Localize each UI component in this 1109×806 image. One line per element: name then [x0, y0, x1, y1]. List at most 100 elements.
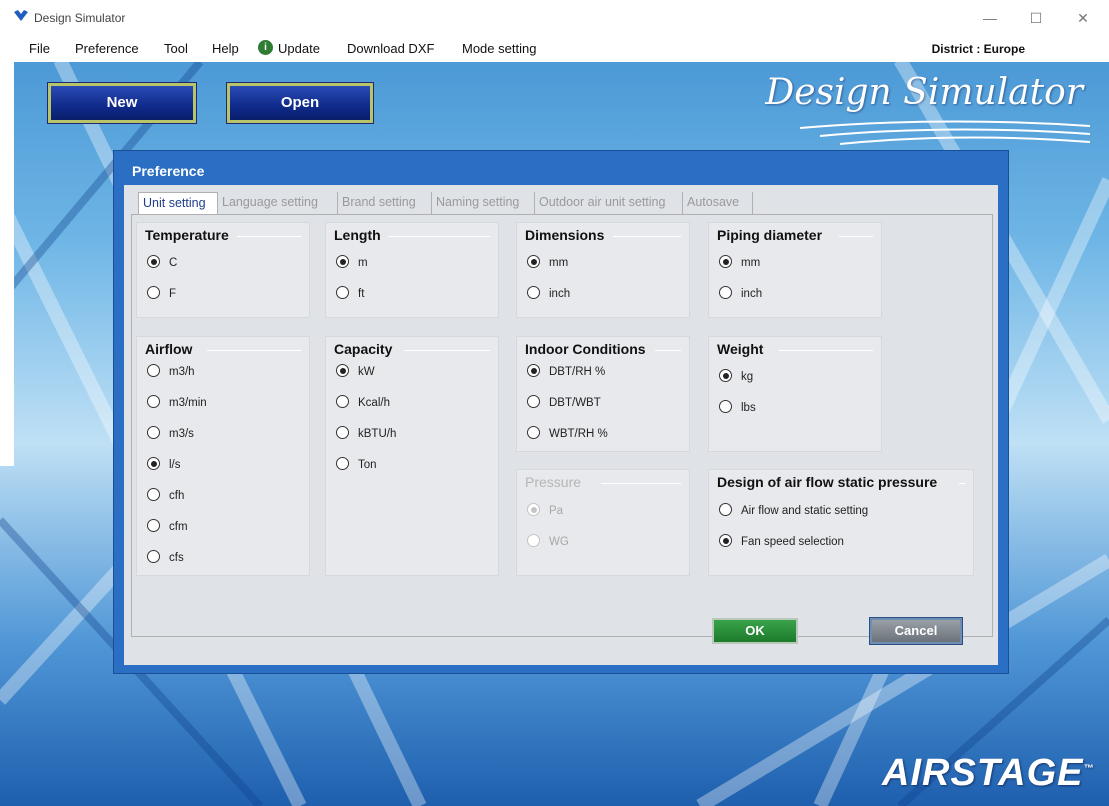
radio-air-flow-static-setting[interactable]: Air flow and static setting	[719, 503, 868, 517]
radio-unchecked-icon	[147, 395, 160, 408]
cancel-button[interactable]: Cancel	[869, 617, 963, 645]
radio-capacity-kbtuh[interactable]: kBTU/h	[336, 426, 396, 440]
pressure-group: Pressure Pa WG	[516, 469, 690, 576]
radio-checked-icon	[527, 364, 540, 377]
radio-weight-kg[interactable]: kg	[719, 369, 753, 383]
radio-unchecked-icon	[147, 364, 160, 377]
preference-dialog: Preference Unit setting Language setting…	[113, 150, 1009, 674]
radio-piping-inch[interactable]: inch	[719, 286, 762, 300]
menu-tool[interactable]: Tool	[164, 41, 188, 56]
radio-weight-lbs[interactable]: lbs	[719, 400, 756, 414]
radio-length-m[interactable]: m	[336, 255, 368, 269]
radio-checked-icon	[336, 364, 349, 377]
radio-checked-icon	[336, 255, 349, 268]
radio-unchecked-icon	[719, 503, 732, 516]
weight-title: Weight	[717, 341, 770, 357]
dimensions-group: Dimensions mm inch	[516, 222, 690, 318]
temperature-title: Temperature	[145, 227, 235, 243]
menu-mode-setting[interactable]: Mode setting	[462, 41, 536, 56]
tab-naming-setting[interactable]: Naming setting	[432, 192, 535, 214]
radio-temperature-c[interactable]: C	[147, 255, 177, 269]
radio-checked-icon	[719, 369, 732, 382]
length-title: Length	[334, 227, 387, 243]
capacity-title: Capacity	[334, 341, 399, 357]
radio-indoor-wbt-rh[interactable]: WBT/RH %	[527, 426, 608, 440]
tab-outdoor-air-unit-setting[interactable]: Outdoor air unit setting	[535, 192, 683, 214]
radio-piping-mm[interactable]: mm	[719, 255, 760, 269]
tab-brand-setting[interactable]: Brand setting	[338, 192, 432, 214]
brand-swoosh	[800, 120, 1090, 145]
radio-pressure-pa: Pa	[527, 503, 563, 517]
window-title: Design Simulator	[34, 11, 126, 25]
radio-unchecked-icon	[336, 395, 349, 408]
radio-length-ft[interactable]: ft	[336, 286, 364, 300]
radio-capacity-ton[interactable]: Ton	[336, 457, 377, 471]
menu-download-dxf[interactable]: Download DXF	[347, 41, 434, 56]
radio-unchecked-icon	[147, 519, 160, 532]
minimize-button[interactable]: —	[975, 8, 1005, 28]
airstage-logo: AIRSTAGE™	[882, 752, 1095, 794]
radio-unchecked-icon	[527, 534, 540, 547]
radio-unchecked-icon	[527, 286, 540, 299]
temperature-group: Temperature C F	[136, 222, 310, 318]
radio-checked-icon	[147, 457, 160, 470]
airflow-title: Airflow	[145, 341, 199, 357]
radio-dimensions-mm[interactable]: mm	[527, 255, 568, 269]
radio-airflow-ls[interactable]: l/s	[147, 457, 181, 471]
radio-unchecked-icon	[336, 286, 349, 299]
radio-fan-speed-selection[interactable]: Fan speed selection	[719, 534, 844, 548]
menu-update[interactable]: Update	[278, 41, 320, 56]
radio-dimensions-inch[interactable]: inch	[527, 286, 570, 300]
radio-airflow-m3min[interactable]: m3/min	[147, 395, 207, 409]
tab-unit-setting[interactable]: Unit setting	[138, 192, 218, 214]
radio-unchecked-icon	[719, 400, 732, 413]
open-button[interactable]: Open	[226, 82, 374, 124]
length-group: Length m ft	[325, 222, 499, 318]
radio-unchecked-icon	[527, 426, 540, 439]
radio-airflow-cfh[interactable]: cfh	[147, 488, 184, 502]
close-button[interactable]: ✕	[1068, 8, 1098, 28]
radio-unchecked-icon	[719, 286, 732, 299]
new-button[interactable]: New	[47, 82, 197, 124]
radio-checked-icon	[527, 503, 540, 516]
update-icon: i	[258, 40, 273, 55]
maximize-button[interactable]: ☐	[1021, 8, 1051, 28]
design-air-flow-title: Design of air flow static pressure	[717, 474, 944, 490]
menu-file[interactable]: File	[29, 41, 50, 56]
indoor-conditions-group: Indoor Conditions DBT/RH % DBT/WBT WBT/R…	[516, 336, 690, 452]
radio-indoor-dbt-wbt[interactable]: DBT/WBT	[527, 395, 601, 409]
dialog-title: Preference	[132, 163, 205, 179]
district-label: District : Europe	[931, 42, 1025, 56]
piping-diameter-group: Piping diameter mm inch	[708, 222, 882, 318]
radio-capacity-kcalh[interactable]: Kcal/h	[336, 395, 390, 409]
title-bar	[0, 0, 1109, 36]
piping-diameter-title: Piping diameter	[717, 227, 829, 243]
unit-setting-panel: Temperature C F Length m ft Dimensions m…	[131, 214, 993, 637]
radio-temperature-f[interactable]: F	[147, 286, 176, 300]
radio-capacity-kw[interactable]: kW	[336, 364, 375, 378]
radio-unchecked-icon	[147, 488, 160, 501]
ok-button[interactable]: OK	[712, 618, 798, 644]
radio-unchecked-icon	[527, 395, 540, 408]
radio-pressure-wg: WG	[527, 534, 569, 548]
radio-airflow-cfm[interactable]: cfm	[147, 519, 188, 533]
tab-language-setting[interactable]: Language setting	[218, 192, 338, 214]
radio-checked-icon	[719, 534, 732, 547]
radio-airflow-m3s[interactable]: m3/s	[147, 426, 194, 440]
menu-help[interactable]: Help	[212, 41, 239, 56]
radio-unchecked-icon	[147, 286, 160, 299]
radio-checked-icon	[527, 255, 540, 268]
radio-airflow-m3h[interactable]: m3/h	[147, 364, 195, 378]
radio-unchecked-icon	[336, 426, 349, 439]
left-window-strip	[0, 62, 14, 466]
tab-autosave[interactable]: Autosave	[683, 192, 753, 214]
design-air-flow-group: Design of air flow static pressure Air f…	[708, 469, 974, 576]
radio-airflow-cfs[interactable]: cfs	[147, 550, 184, 564]
radio-unchecked-icon	[147, 426, 160, 439]
radio-indoor-dbt-rh[interactable]: DBT/RH %	[527, 364, 605, 378]
brand-logo: Design Simulator	[765, 72, 1083, 113]
radio-unchecked-icon	[147, 550, 160, 563]
radio-unchecked-icon	[336, 457, 349, 470]
radio-checked-icon	[147, 255, 160, 268]
menu-preference[interactable]: Preference	[75, 41, 139, 56]
